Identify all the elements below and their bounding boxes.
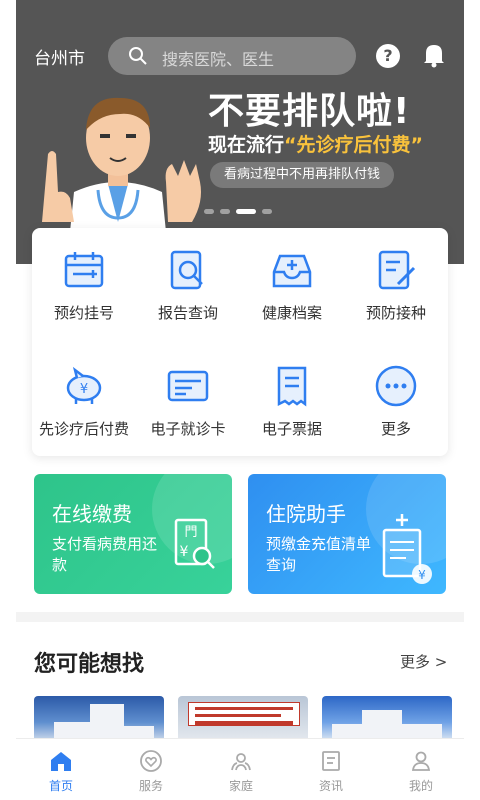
building-shape [90,704,124,740]
carousel-dot[interactable] [220,209,230,214]
feature-label: 电子就诊卡 [150,420,226,438]
promo-desc: 支付看病费用还款 [52,535,158,574]
nav-news[interactable]: 资讯 [286,749,376,799]
banner-subline-prefix: 现在流行 [208,134,285,156]
section-divider [16,612,464,622]
calendar-icon [64,252,104,288]
hospital-thumbnail[interactable] [178,696,308,740]
bill-icon: 門 ¥ [174,518,215,569]
feature-health-record[interactable]: 健康档案 [240,228,344,328]
banner-headline: 不要排队啦! [208,91,411,132]
nav-label: 我的 [408,779,433,793]
clipboard-icon: ¥ [382,514,432,584]
nav-home[interactable]: 首页 [16,749,106,799]
feature-pay-later[interactable]: ¥ 先诊疗后付费 [32,344,136,444]
feature-label: 预防接种 [365,304,426,322]
vaccine-icon [378,250,416,290]
feature-vaccine[interactable]: 预防接种 [344,228,448,328]
feature-grid: 预约挂号 报告查询 健康档案 预防接种 ¥ 先诊疗后付费 电子就诊卡 电子票据 … [32,228,448,456]
feature-appointment[interactable]: 预约挂号 [32,228,136,328]
nav-service[interactable]: 服务 [106,749,196,799]
search-icon [129,47,147,65]
bell-icon[interactable] [422,42,446,68]
nav-profile[interactable]: 我的 [376,749,466,799]
svg-text:門: 門 [184,525,197,540]
nav-label: 家庭 [228,779,253,793]
help-icon[interactable]: ? [376,44,400,68]
receipt-icon [277,366,307,407]
carousel-dot[interactable] [204,209,214,214]
city-selector[interactable]: 台州市 [34,44,85,69]
card-icon [167,370,209,402]
carousel-dot-active[interactable] [236,209,256,214]
carousel-dot[interactable] [262,209,272,214]
feature-report[interactable]: 报告查询 [136,228,240,328]
search-input[interactable]: 搜索医院、医生 [108,37,356,75]
sign-text-line [195,721,293,725]
hospital-assistant-card[interactable]: 住院助手 预缴金充值清单查询 ¥ [248,474,446,594]
search-placeholder: 搜索医院、医生 [162,50,275,69]
news-icon [322,751,340,771]
banner-subline: 现在流行“先诊疗后付费” [208,130,423,157]
nav-label: 首页 [48,779,73,793]
feature-more[interactable]: 更多 [344,344,448,444]
profile-icon [411,751,431,771]
more-icon [375,365,417,407]
nav-label: 资讯 [318,779,343,793]
svg-text:¥: ¥ [80,382,88,397]
bottom-nav: 首页 服务 家庭 资讯 我的 [16,738,464,800]
feature-label: 电子票据 [261,420,322,438]
sign-text-line [195,714,281,717]
section-title: 您可能想找 [34,652,145,677]
feature-e-card[interactable]: 电子就诊卡 [136,344,240,444]
feature-label: 先诊疗后付费 [38,420,129,438]
top-bar: 台州市 搜索医院、医生 ? [16,36,464,76]
service-heart-icon [140,750,162,772]
health-tray-icon [272,254,312,288]
doctor-illustration [42,97,201,252]
report-search-icon [170,250,203,290]
hospital-thumbnail[interactable] [322,696,452,740]
feature-label: 预约挂号 [53,304,114,322]
online-payment-card[interactable]: 在线缴费 支付看病费用还款 門 ¥ [34,474,232,594]
hospital-sign [188,702,300,726]
feature-label: 健康档案 [261,304,322,322]
home-icon [51,752,71,771]
section-more-link[interactable]: 更多 > [400,651,447,672]
building-shape [362,710,402,740]
nav-family[interactable]: 家庭 [196,749,286,799]
sign-text-line [195,707,293,710]
banner-pill: 看病过程中不用再排队付钱 [210,162,395,188]
feature-e-receipt[interactable]: 电子票据 [240,344,344,444]
piggy-bank-icon: ¥ [66,366,102,404]
svg-text:¥: ¥ [180,544,189,560]
hospital-thumbnail[interactable] [34,696,164,740]
promo-title: 住院助手 [266,502,346,526]
feature-label: 更多 [380,420,411,438]
feature-label: 报告查询 [157,304,218,322]
nav-label: 服务 [138,779,163,793]
promo-desc: 预缴金充值清单查询 [266,535,372,574]
banner-subline-highlight: “先诊疗后付费” [284,134,423,156]
family-icon [231,753,251,771]
promo-title: 在线缴费 [52,502,132,526]
promo-banner[interactable]: 台州市 搜索医院、医生 ? 不要排队啦! 现在流行“先诊疗后付费” 看病过程中不… [16,0,464,264]
svg-text:¥: ¥ [418,568,426,582]
